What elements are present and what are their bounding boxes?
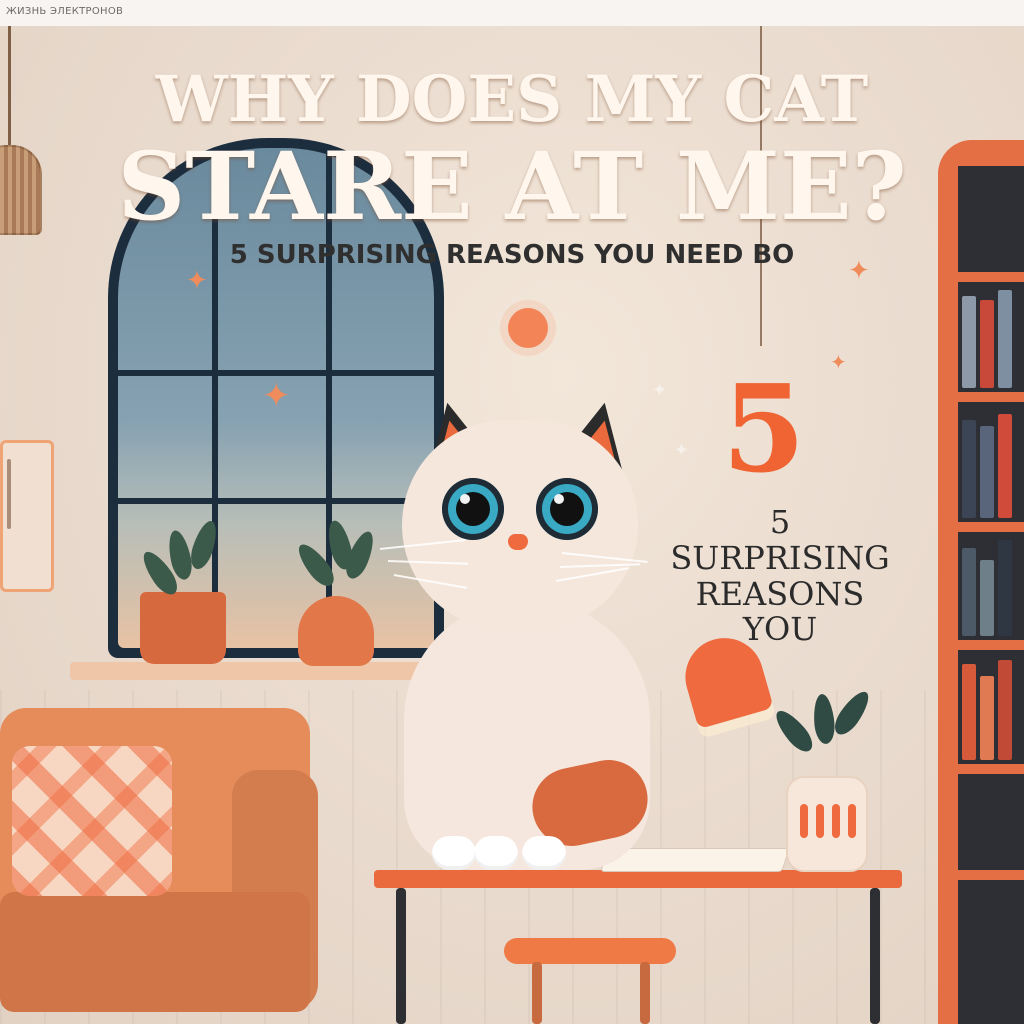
shelf-board: [958, 522, 1024, 532]
sofa-seat: [0, 892, 310, 1012]
side-number: 5: [722, 359, 806, 500]
plant-pot-left: [140, 592, 226, 664]
table-leg: [396, 888, 406, 1024]
cat-eye-right: [536, 478, 598, 540]
shelf-book: [980, 676, 994, 760]
headline-line-1: WHY DOES MY CAT: [155, 62, 869, 137]
shelf-book: [962, 548, 976, 636]
side-text: 5 SURPRISING REASONS YOU: [660, 503, 900, 649]
poster-stripe: [7, 459, 11, 529]
stool-top: [504, 938, 676, 964]
headline-line-2: STARE AT ME?: [117, 132, 907, 242]
shelf-board: [958, 640, 1024, 650]
orb-decoration: [508, 308, 548, 348]
cat-paw-mid-left: [474, 836, 518, 870]
sparkle-icon: ✦: [830, 350, 847, 374]
shelf-board: [958, 272, 1024, 282]
shelf-book: [962, 296, 976, 388]
poster-canvas: ЖИЗНЬ ЭЛЕКТРОНОВ ✦ ✦ ✦ ✦ ✦ ✦ WHY DOES MY…: [0, 0, 1024, 1024]
shelf-book: [980, 560, 994, 636]
shelf-book: [962, 420, 976, 518]
subheadline: 5 SURPRISING REASONS YOU NEED BO: [229, 240, 795, 270]
side-text-line-2: REASONS YOU: [695, 574, 865, 649]
cat-paw-mid-right: [522, 836, 566, 870]
shelf-board: [958, 870, 1024, 880]
window-sill: [70, 662, 448, 680]
shelf-book: [998, 290, 1012, 388]
cat-eye-glint-right: [554, 494, 564, 504]
shelf-book: [980, 426, 994, 518]
sofa-pillow: [12, 746, 172, 896]
cat-paw-left: [432, 836, 476, 870]
open-book: [600, 848, 790, 872]
sparkle-icon: ✦: [674, 440, 690, 461]
vase-stripe: [832, 804, 840, 838]
shelf-book: [998, 414, 1012, 518]
cat-illustration: [402, 420, 638, 630]
stool-leg: [532, 962, 542, 1024]
shelf-book: [980, 300, 994, 388]
cat-eye-glint-left: [460, 494, 470, 504]
shelf-book: [998, 540, 1012, 636]
shelf-board: [958, 392, 1024, 402]
top-bar-text: ЖИЗНЬ ЭЛЕКТРОНОВ: [6, 6, 124, 17]
vase: [786, 776, 868, 872]
cat-eye-left: [442, 478, 504, 540]
stool-leg: [640, 962, 650, 1024]
window-mullion-horizontal-2: [108, 498, 444, 504]
cat-nose: [508, 534, 528, 550]
wall-poster: [0, 440, 54, 592]
shelf-book: [962, 664, 976, 760]
shelf-board: [958, 764, 1024, 774]
vase-stripe: [816, 804, 824, 838]
vase-stripe: [848, 804, 856, 838]
sparkle-icon: ✦: [186, 266, 208, 296]
top-bar: ЖИЗНЬ ЭЛЕКТРОНОВ: [0, 0, 1024, 27]
vase-stripe: [800, 804, 808, 838]
pillow-pattern: [12, 746, 172, 896]
sparkle-icon: ✦: [262, 376, 291, 416]
sparkle-icon: ✦: [652, 380, 668, 401]
side-text-line-1: 5 SURPRISING: [670, 503, 890, 577]
table-leg: [870, 888, 880, 1024]
table-top: [374, 870, 902, 888]
plant-pot-right: [298, 596, 374, 666]
shelf-book: [998, 660, 1012, 760]
